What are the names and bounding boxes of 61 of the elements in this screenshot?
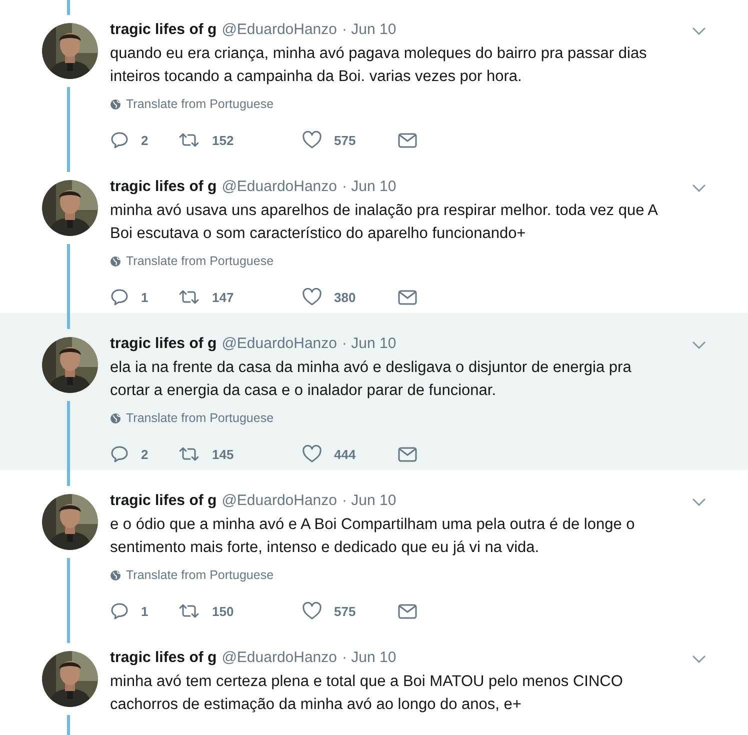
user-handle[interactable]: @EduardoHanzo xyxy=(222,649,337,666)
like-count: 444 xyxy=(334,446,356,462)
tweet-text: minha avó usava uns aparelhos de inalação pra respirar melhor. toda vez que A Boi escutava o som característico do aparelho funcionando+ xyxy=(110,201,659,244)
translate-link[interactable]: Translate from Portuguese xyxy=(126,254,274,268)
tweet-date[interactable]: · Jun 10 xyxy=(342,21,396,38)
like-count: 575 xyxy=(334,604,356,618)
like-count: 380 xyxy=(334,290,356,304)
tweet-text: e o ódio que a minha avó e A Boi Compartilham uma pela outra é de longe o sentimento mais forte, intenso e dedicado que eu já vi na vida. xyxy=(110,515,636,558)
retweet-count: 152 xyxy=(212,132,234,148)
retweet-icon[interactable] xyxy=(178,603,200,619)
retweet-count: 147 xyxy=(212,290,234,304)
reply-icon[interactable] xyxy=(110,288,129,306)
envelope-icon[interactable] xyxy=(398,290,417,304)
user-name[interactable]: tragic lifes of g xyxy=(110,178,217,195)
globe-icon xyxy=(110,570,121,580)
heart-icon[interactable] xyxy=(302,602,322,620)
translate-link[interactable]: Translate from Portuguese xyxy=(126,411,274,425)
user-handle[interactable]: @EduardoHanzo xyxy=(222,178,337,195)
retweet-icon[interactable] xyxy=(178,446,200,462)
heart-icon[interactable] xyxy=(302,288,322,306)
tweet-text: quando eu era criança, minha avó pagava moleques do bairro pra passar dias inteiros tocando a campainha da Boi. varias vezes por hora. xyxy=(110,44,648,87)
retweet-count: 150 xyxy=(212,604,234,618)
like-count: 575 xyxy=(334,132,356,148)
chevron-icon[interactable] xyxy=(692,184,706,192)
user-handle[interactable]: @EduardoHanzo xyxy=(222,21,337,38)
replie-count: 1 xyxy=(141,604,148,618)
tweet-date[interactable]: · Jun 10 xyxy=(342,335,396,352)
replie-count: 2 xyxy=(141,132,148,148)
chevron-icon[interactable] xyxy=(692,341,706,349)
globe-icon xyxy=(110,412,121,424)
user-name[interactable]: tragic lifes of g xyxy=(110,649,217,666)
translate-link[interactable]: Translate from Portuguese xyxy=(126,97,274,111)
replie-count: 2 xyxy=(141,446,148,462)
user-name[interactable]: tragic lifes of g xyxy=(110,492,217,509)
reply-icon[interactable] xyxy=(110,602,129,620)
tweet-date[interactable]: · Jun 10 xyxy=(342,492,396,509)
heart-icon[interactable] xyxy=(302,445,322,463)
globe-icon xyxy=(110,256,121,266)
chevron-icon[interactable] xyxy=(692,655,706,663)
user-name[interactable]: tragic lifes of g xyxy=(110,21,217,38)
heart-icon[interactable] xyxy=(302,131,322,149)
replie-count: 1 xyxy=(141,290,148,304)
envelope-icon[interactable] xyxy=(398,604,417,618)
user-handle[interactable]: @EduardoHanzo xyxy=(222,335,337,352)
globe-icon xyxy=(110,98,121,110)
retweet-icon[interactable] xyxy=(178,132,200,148)
tweet-date[interactable]: · Jun 10 xyxy=(342,649,396,666)
envelope-icon[interactable] xyxy=(398,132,417,148)
reply-icon[interactable] xyxy=(110,131,129,149)
tweet-date[interactable]: · Jun 10 xyxy=(342,178,396,195)
chevron-icon[interactable] xyxy=(692,498,706,506)
tweet-text: minha avó tem certeza plena e total que a Boi MATOU pelo menos CINCO cachorros de estimação da minha avó ao longo do anos, e+ xyxy=(110,672,624,715)
user-name[interactable]: tragic lifes of g xyxy=(110,335,217,352)
user-handle[interactable]: @EduardoHanzo xyxy=(222,492,337,509)
translate-link[interactable]: Translate from Portuguese xyxy=(126,568,274,582)
tweet-text: ela ia na frente da casa da minha avó e desligava o disjuntor de energia pra cortar a energia da casa e o inalador parar de funcionar. xyxy=(110,358,632,401)
chevron-icon[interactable] xyxy=(692,27,706,35)
retweet-icon[interactable] xyxy=(178,289,200,305)
reply-icon[interactable] xyxy=(110,445,129,463)
envelope-icon[interactable] xyxy=(398,446,417,462)
retweet-count: 145 xyxy=(212,446,234,462)
